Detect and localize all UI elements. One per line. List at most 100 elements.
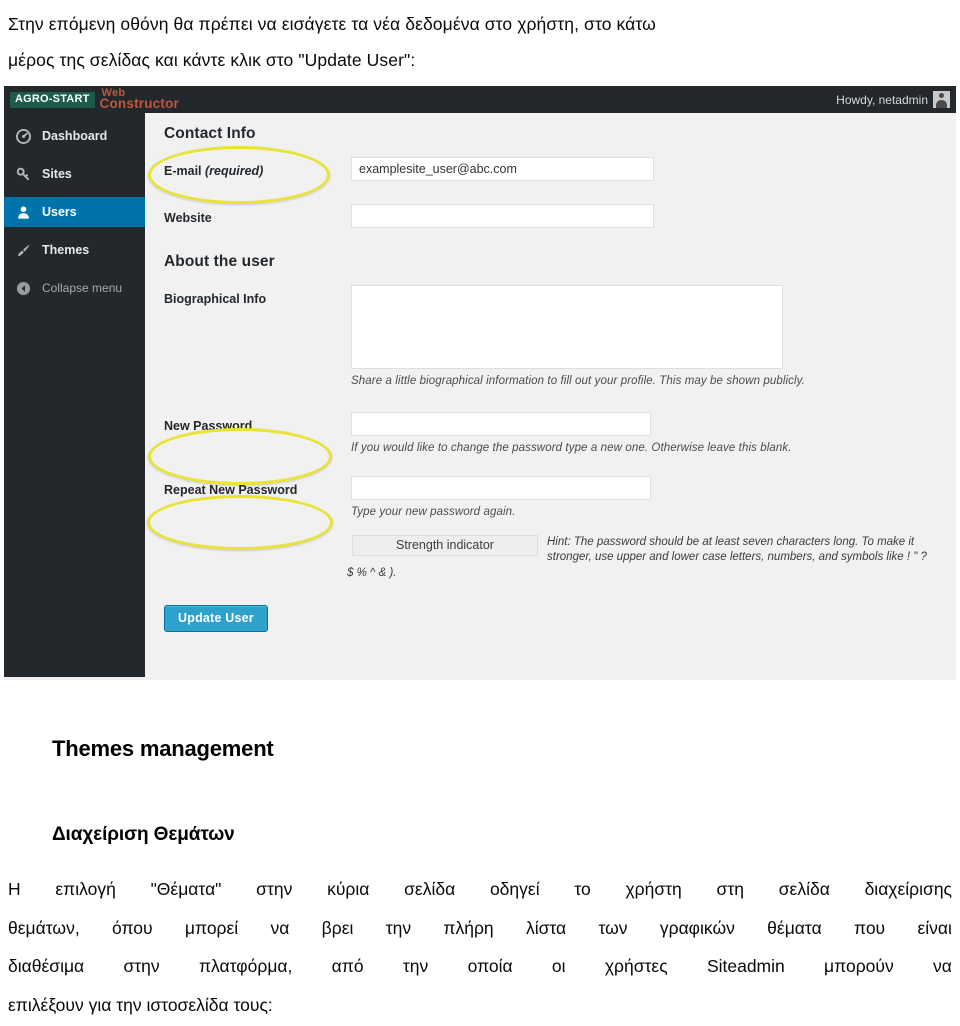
paragraph-word: οι bbox=[551, 956, 566, 976]
paragraph-word: πλήρη bbox=[443, 917, 494, 938]
submit-row: Update User bbox=[145, 604, 956, 632]
paragraph-word: επιλογή bbox=[55, 879, 116, 899]
paragraph-word: που bbox=[854, 917, 886, 938]
key-icon bbox=[15, 166, 32, 183]
sidebar-label-dashboard: Dashboard bbox=[42, 128, 108, 143]
contact-info-heading: Contact Info bbox=[164, 125, 256, 142]
paragraph-word: μπορούν bbox=[824, 956, 894, 976]
new-password-row: New Password If you would like to change… bbox=[145, 411, 956, 457]
paragraph-word: από bbox=[331, 956, 364, 976]
sidebar-item-sites[interactable]: Sites bbox=[4, 159, 145, 189]
document-body: Themes management Διαχείριση Θεμάτων Ηεπ… bbox=[0, 680, 960, 1024]
paragraph-word: διαθέσιμα bbox=[8, 956, 85, 976]
sidebar-label-collapse-menu: Collapse menu bbox=[42, 281, 123, 295]
paragraph-word: την bbox=[402, 956, 429, 976]
biographical-info-row: Biographical Info Share a little biograp… bbox=[145, 285, 956, 390]
paragraph-word: γραφικών bbox=[659, 917, 735, 938]
sidebar-item-users[interactable]: Users bbox=[4, 197, 153, 227]
sidebar-item-themes[interactable]: Themes bbox=[4, 235, 145, 265]
heading-themes-management: Themes management bbox=[52, 736, 274, 761]
paragraph-line-3: διαθέσιμα στην πλατφόρμα, από την οποία οι χρήσ… bbox=[8, 947, 952, 986]
intro-paragraph: Στην επόμενη οθόνη θα πρέπει να εισάγετε… bbox=[0, 0, 960, 78]
brand-logo[interactable]: AGRO-START Web Constructor bbox=[4, 87, 220, 112]
admin-sidebar: Dashboard Sites Users Themes Collapse me bbox=[4, 113, 153, 677]
paragraph-word: το bbox=[574, 879, 591, 899]
user-icon bbox=[15, 204, 32, 221]
themes-paragraph: Ηεπιλογή "Θέματα" στην κύρια σελίδα οδηγεί το χ… bbox=[8, 846, 952, 1024]
sidebar-item-collapse-menu[interactable]: Collapse menu bbox=[4, 273, 145, 303]
paragraph-word: χρήστες bbox=[604, 956, 668, 976]
repeat-new-password-label: Repeat New Password bbox=[164, 483, 298, 498]
email-label: E-mail (required) bbox=[164, 157, 351, 179]
repeat-new-password-input[interactable] bbox=[351, 476, 651, 501]
paragraph-word: να bbox=[270, 917, 290, 938]
paragraph-word: Siteadmin bbox=[706, 956, 785, 976]
paragraph-word: λίστα bbox=[525, 917, 567, 938]
paragraph-word: οδηγεί bbox=[489, 879, 540, 899]
paintbrush-icon bbox=[15, 242, 32, 259]
strength-indicator: Strength indicator bbox=[352, 534, 538, 556]
email-required-note: (required) bbox=[205, 164, 264, 178]
sidebar-label-themes: Themes bbox=[42, 242, 90, 257]
biographical-info-label: Biographical Info bbox=[164, 292, 267, 306]
password-hint: Hint: The password should be at least se… bbox=[547, 535, 927, 564]
paragraph-word: την bbox=[385, 917, 412, 938]
website-input[interactable] bbox=[351, 204, 654, 228]
paragraph-word: κύρια bbox=[327, 879, 370, 899]
brand-word-constructor: Constructor bbox=[99, 95, 179, 111]
intro-line-1: Στην επόμενη οθόνη θα πρέπει να εισάγετε… bbox=[8, 14, 656, 34]
paragraph-word: βρει bbox=[321, 917, 354, 938]
paragraph-line-2: θεμάτων, όπου μπορεί να βρει την πλήρη λίστα των… bbox=[8, 909, 952, 948]
new-password-input[interactable] bbox=[351, 411, 651, 436]
sidebar-item-dashboard[interactable]: Dashboard bbox=[4, 121, 145, 151]
new-password-label: New Password bbox=[164, 418, 253, 433]
paragraph-word: οποία bbox=[467, 956, 513, 976]
email-label-text: E-mail bbox=[164, 164, 202, 178]
paragraph-word: όπου bbox=[111, 917, 153, 938]
heading-themes-management-greek: Διαχείριση Θεμάτων bbox=[52, 824, 235, 845]
paragraph-word: είναι bbox=[917, 917, 952, 938]
paragraph-word: στη bbox=[716, 879, 744, 899]
howdy-label: Howdy, netadmin bbox=[836, 92, 928, 107]
paragraph-word: σελίδα bbox=[404, 879, 456, 899]
update-user-button[interactable]: Update User bbox=[164, 604, 268, 632]
sidebar-label-users: Users bbox=[42, 204, 77, 219]
password-hint-tail: $ % ^ & ). bbox=[347, 566, 397, 579]
website-row: Website bbox=[145, 204, 956, 228]
paragraph-word: των bbox=[598, 917, 628, 938]
admin-bar: AGRO-START Web Constructor Howdy, netadm… bbox=[4, 86, 956, 113]
website-label: Website bbox=[164, 211, 212, 225]
intro-line-2: μέρος της σελίδας και κάντε κλικ στο "Up… bbox=[8, 50, 416, 70]
about-the-user-heading: About the user bbox=[164, 253, 275, 270]
paragraph-line-1: Ηεπιλογή "Θέματα" στην κύρια σελίδα οδηγεί το χ… bbox=[8, 870, 952, 909]
email-row: E-mail (required) bbox=[145, 157, 956, 181]
paragraph-word: στην bbox=[123, 956, 160, 976]
arrow-left-circle-icon bbox=[15, 280, 32, 297]
avatar bbox=[933, 91, 950, 108]
biographical-info-helper: Share a little biographical information … bbox=[351, 375, 805, 387]
sidebar-label-sites: Sites bbox=[42, 166, 72, 181]
paragraph-word: να bbox=[932, 956, 952, 976]
howdy-menu[interactable]: Howdy, netadmin bbox=[836, 91, 956, 108]
email-input[interactable] bbox=[351, 157, 654, 181]
paragraph-word: μπορεί bbox=[184, 917, 239, 938]
paragraph-word: διαχείρισης bbox=[864, 879, 952, 899]
brand-wordmark: Web Constructor bbox=[99, 87, 220, 112]
biographical-info-textarea[interactable] bbox=[351, 285, 783, 369]
paragraph-word: στην bbox=[256, 879, 293, 899]
paragraph-word: Η bbox=[8, 879, 21, 899]
paragraph-word: "Θέματα" bbox=[150, 879, 222, 899]
embedded-screenshot: AGRO-START Web Constructor Howdy, netadm… bbox=[4, 86, 956, 680]
repeat-new-password-helper: Type your new password again. bbox=[351, 506, 516, 519]
new-password-helper: If you would like to change the password… bbox=[351, 441, 792, 454]
paragraph-word: θέματα bbox=[767, 917, 822, 938]
dashboard-gauge-icon bbox=[15, 128, 32, 145]
repeat-new-password-row: Repeat New Password Type your new passwo… bbox=[145, 476, 956, 521]
paragraph-word: σελίδα bbox=[778, 879, 830, 899]
paragraph-line-4: επιλέξουν για την ιστοσελίδα τους: bbox=[8, 994, 273, 1015]
paragraph-word: πλατφόρμα, bbox=[198, 956, 293, 976]
paragraph-word: θεμάτων, bbox=[8, 917, 80, 938]
password-strength-row: Strength indicator Hint: The password sh… bbox=[145, 534, 956, 566]
brand-badge-text: AGRO-START bbox=[10, 91, 95, 108]
paragraph-word: χρήστη bbox=[625, 879, 682, 899]
